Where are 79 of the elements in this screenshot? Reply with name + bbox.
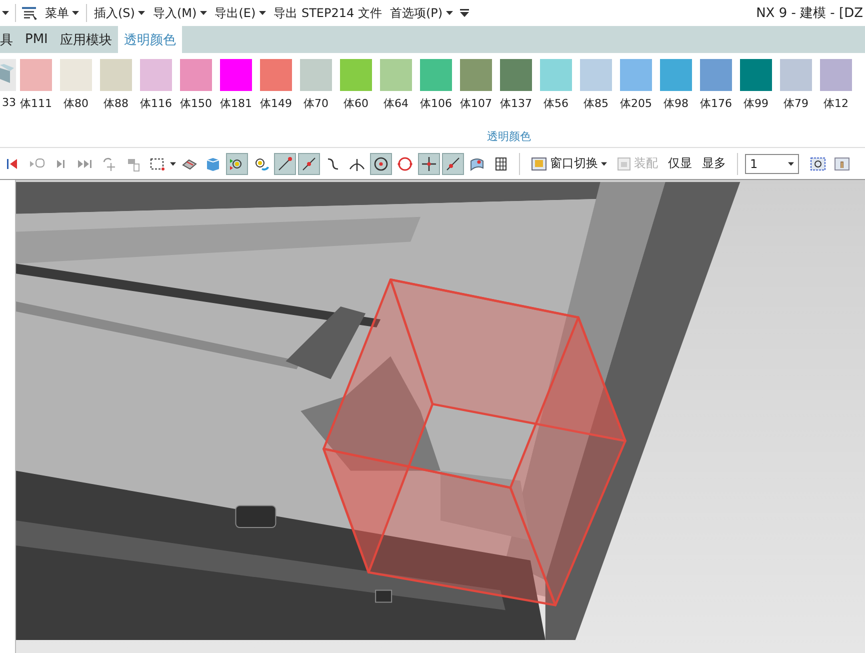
- caret-icon: [788, 162, 794, 166]
- caret-icon: [601, 162, 607, 166]
- snap-icon[interactable]: [226, 152, 248, 174]
- color-swatch[interactable]: [100, 59, 132, 91]
- swatch-label: 体60: [344, 96, 368, 111]
- swatch-label: 体181: [220, 96, 252, 111]
- ribbon-tab[interactable]: 具: [0, 26, 19, 53]
- swatch-label: 体205: [620, 96, 652, 111]
- menu-dropdown-button[interactable]: 导出(E): [214, 2, 267, 24]
- layer-dropdown-field[interactable]: 1: [745, 154, 799, 174]
- color-swatch[interactable]: [780, 59, 812, 91]
- midpoint-icon[interactable]: [298, 152, 320, 174]
- center-icon[interactable]: [370, 152, 392, 174]
- color-swatch[interactable]: [460, 59, 492, 91]
- ribbon-tab[interactable]: 应用模块: [54, 26, 118, 53]
- color-swatch[interactable]: [540, 59, 572, 91]
- swatch-label: 体99: [744, 96, 768, 111]
- color-swatch[interactable]: [340, 59, 372, 91]
- swatch-label: 体137: [500, 96, 532, 111]
- color-swatch[interactable]: [420, 59, 452, 91]
- swatch-label: 体98: [664, 96, 688, 111]
- swatch-label: 体106: [420, 96, 452, 111]
- menu-dropdown-button[interactable]: 插入(S): [93, 2, 146, 24]
- swatch-label: 体56: [544, 96, 568, 111]
- swatch-label: 体79: [784, 96, 808, 111]
- caret-icon[interactable]: [2, 11, 9, 15]
- color-swatch[interactable]: [220, 59, 252, 91]
- assembly-icon: [617, 156, 631, 170]
- swatch-label: 体70: [304, 96, 328, 111]
- swatch-label: 体88: [104, 96, 128, 111]
- customize-icon[interactable]: [460, 9, 469, 17]
- caret-icon: [138, 11, 145, 15]
- ribbon-tab[interactable]: 透明颜色: [118, 26, 182, 53]
- cross-icon[interactable]: [418, 152, 440, 174]
- swatch-label: 体111: [20, 96, 52, 111]
- menu-dropdown-button[interactable]: 首选项(P): [388, 2, 454, 24]
- group-label: 透明颜色: [487, 129, 531, 144]
- color-swatch[interactable]: [620, 59, 652, 91]
- swatch-label: 体64: [384, 96, 408, 111]
- color-swatch[interactable]: [140, 59, 172, 91]
- swatch-label: 体176: [700, 96, 732, 111]
- toolbar-text-button[interactable]: 仅显: [664, 152, 696, 174]
- color-swatch[interactable]: [300, 59, 332, 91]
- color-swatch[interactable]: [580, 59, 612, 91]
- cube-icon[interactable]: [0, 59, 16, 91]
- color-swatch[interactable]: [380, 59, 412, 91]
- endpoint-icon[interactable]: [274, 152, 296, 174]
- color-swatch[interactable]: [660, 59, 692, 91]
- swatch-label: 体85: [584, 96, 608, 111]
- export-step-button[interactable]: 导出 STEP214 文件: [272, 2, 383, 24]
- swatch-label: 体150: [180, 96, 212, 111]
- color-swatch[interactable]: [500, 59, 532, 91]
- ribbon-tab[interactable]: PMI: [19, 26, 54, 53]
- caret-icon[interactable]: [170, 162, 176, 166]
- caret-icon: [446, 11, 453, 15]
- color-swatch[interactable]: [60, 59, 92, 91]
- swatch-label: 体12: [824, 96, 848, 111]
- color-swatch[interactable]: [820, 59, 852, 91]
- color-swatch[interactable]: [260, 59, 292, 91]
- color-swatch[interactable]: [700, 59, 732, 91]
- menu-icon[interactable]: [22, 6, 38, 20]
- swatch-label: 33: [2, 96, 16, 109]
- caret-icon: [72, 11, 79, 15]
- color-swatch[interactable]: [20, 59, 52, 91]
- color-swatch[interactable]: [740, 59, 772, 91]
- window-title: NX 9 - 建模 - [DZ: [756, 5, 864, 22]
- caret-icon: [200, 11, 207, 15]
- window-icon: [531, 156, 547, 172]
- onpoint-icon[interactable]: [442, 152, 464, 174]
- swatch-label: 体107: [460, 96, 492, 111]
- swatch-label: 体149: [260, 96, 292, 111]
- swatch-label: 体116: [140, 96, 172, 111]
- toolbar-text-button[interactable]: 显多: [698, 152, 730, 174]
- menu-dropdown-button[interactable]: 导入(M): [152, 2, 208, 24]
- caret-icon: [258, 11, 266, 15]
- menu-button[interactable]: 菜单: [44, 2, 80, 24]
- swatch-label: 体80: [64, 96, 88, 111]
- window-switch-button[interactable]: 窗口切换: [527, 152, 611, 174]
- color-swatch[interactable]: [180, 59, 212, 91]
